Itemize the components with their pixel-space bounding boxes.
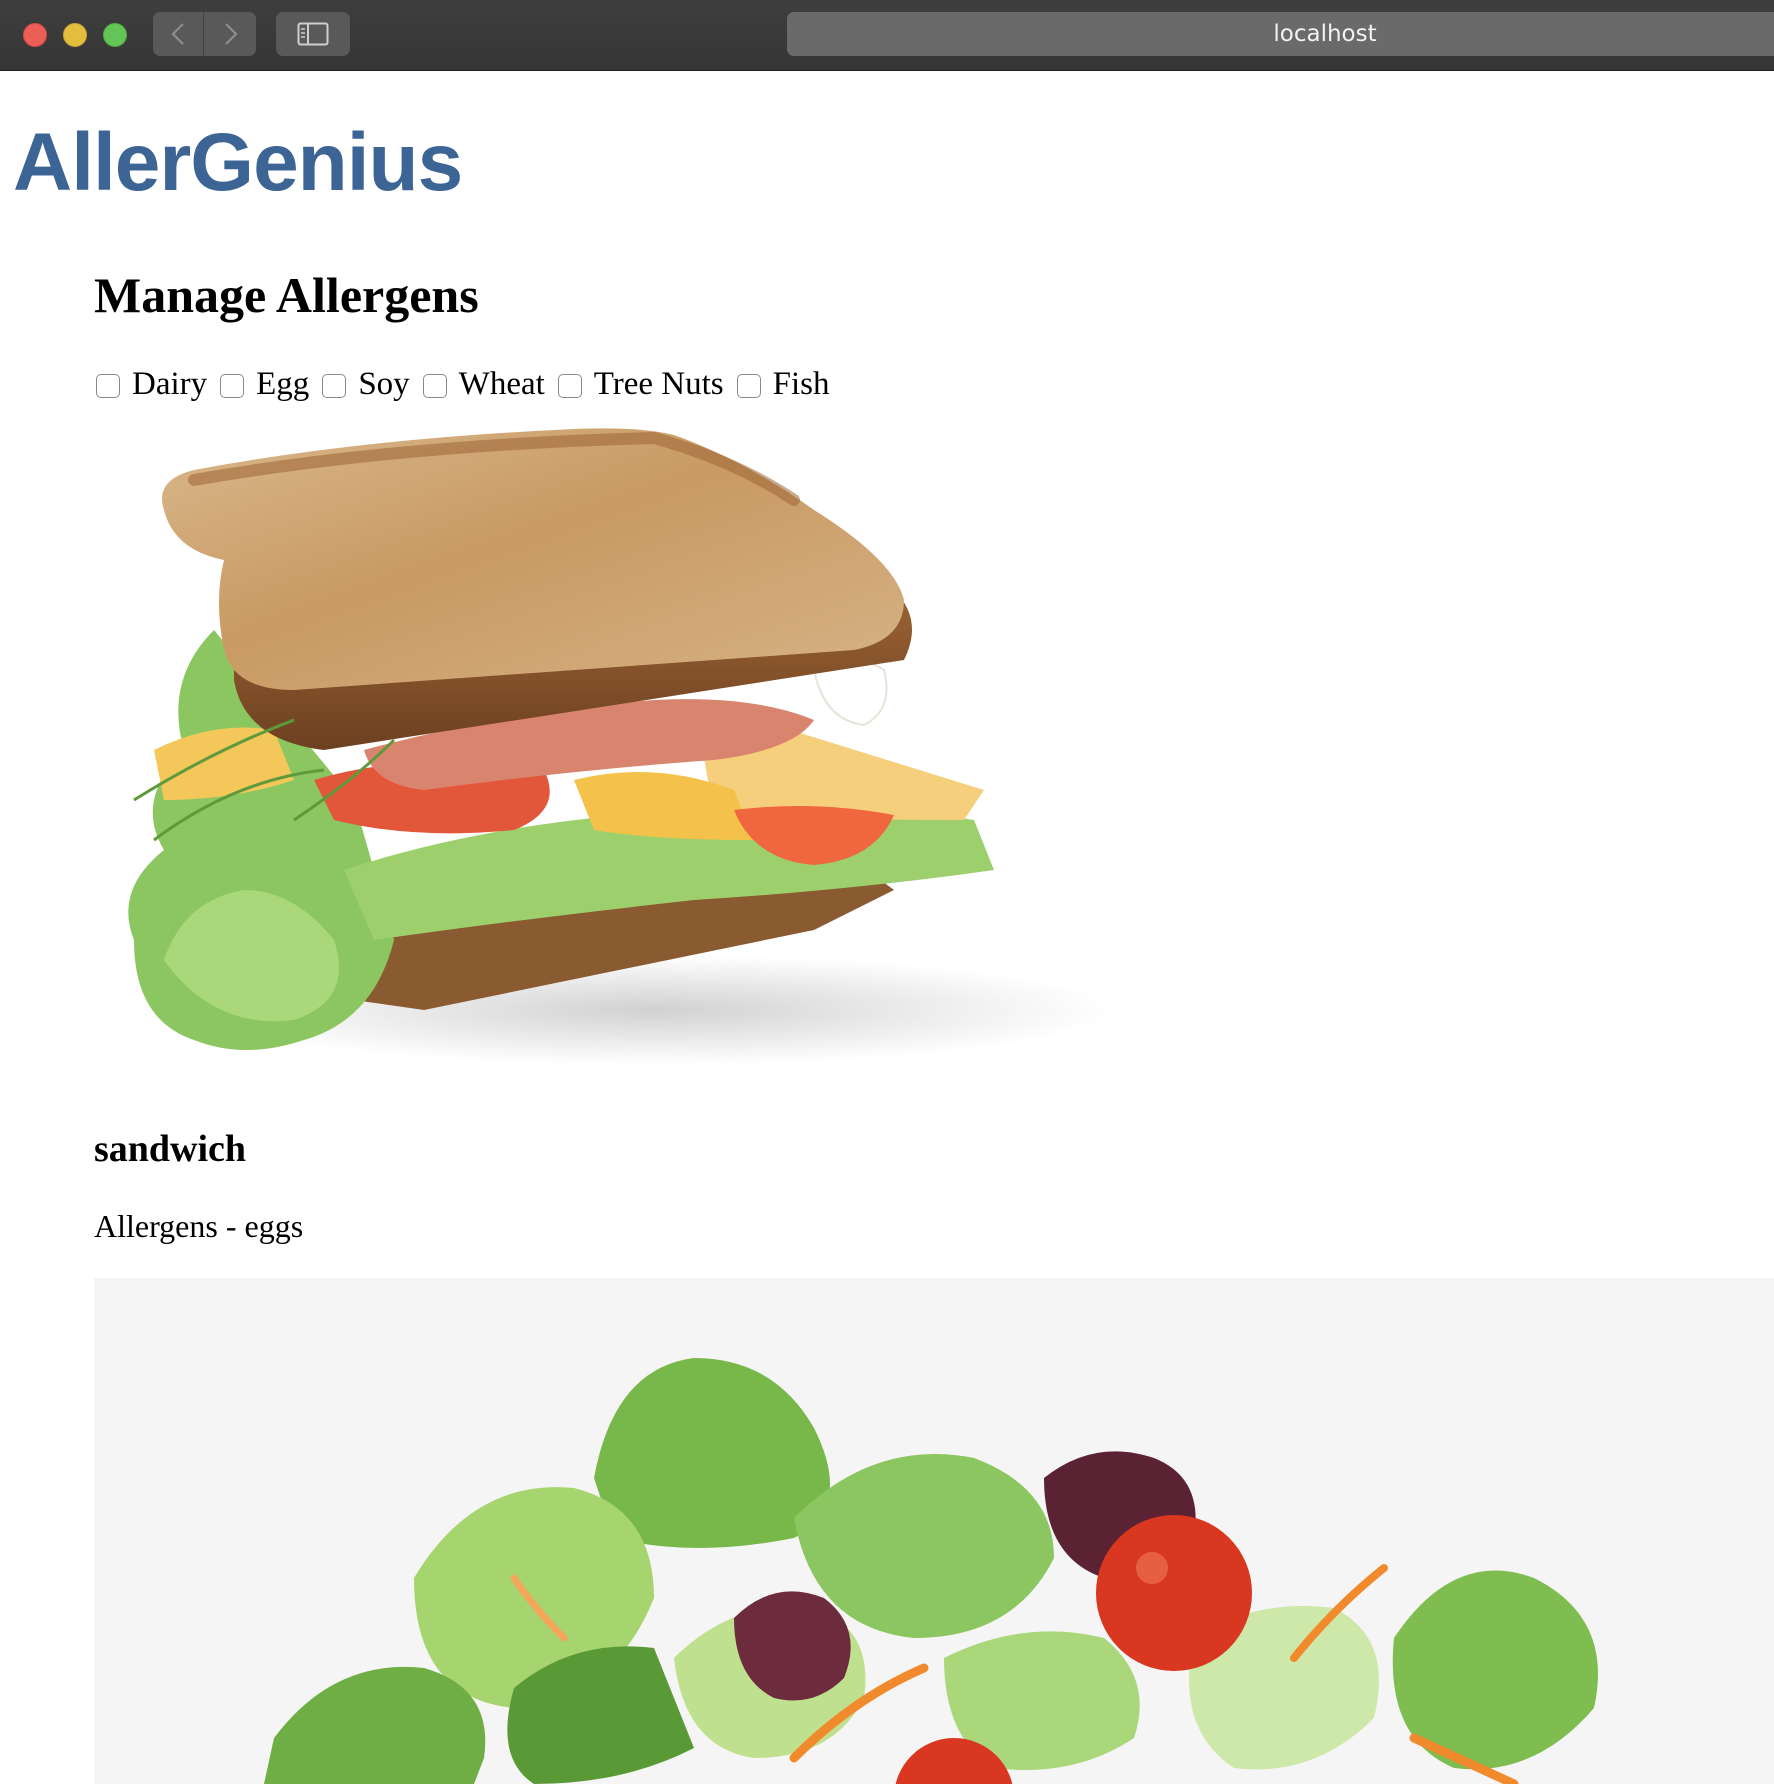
allergen-checkbox-egg[interactable] — [220, 373, 245, 398]
allergen-option-fish[interactable]: Fish — [736, 365, 830, 403]
window-close-button[interactable] — [23, 23, 47, 47]
back-button[interactable] — [153, 12, 204, 56]
sidebar-toggle-button[interactable] — [276, 12, 350, 56]
window-maximize-button[interactable] — [103, 23, 127, 47]
sandwich-photo — [94, 420, 1134, 1090]
allergen-option-soy[interactable]: Soy — [322, 365, 410, 403]
food-allergens-sandwich: Allergens - eggs — [94, 1208, 304, 1244]
allergen-checkbox-fish[interactable] — [736, 373, 761, 398]
salad-illustration — [94, 1278, 1774, 1784]
allergen-checkbox-tree-nuts[interactable] — [557, 373, 582, 398]
address-bar[interactable]: localhost — [787, 12, 1774, 56]
forward-button[interactable] — [205, 12, 256, 56]
allergen-label: Fish — [772, 365, 830, 402]
browser-titlebar: localhost — [0, 0, 1774, 71]
food-name-sandwich: sandwich — [94, 1128, 247, 1170]
allergen-option-dairy[interactable]: Dairy — [96, 366, 207, 403]
allergen-label: Wheat — [458, 365, 545, 402]
allergen-label: Soy — [358, 365, 410, 402]
allergen-label: Dairy — [132, 365, 208, 402]
navigation-buttons — [153, 12, 256, 56]
allergen-filter-list: Dairy Egg Soy Wheat Tree Nuts Fish — [96, 364, 843, 404]
allergen-label: Tree Nuts — [593, 365, 724, 402]
sidebar-icon — [297, 22, 329, 46]
allergen-checkbox-wheat[interactable] — [422, 373, 447, 398]
allergen-checkbox-soy[interactable] — [322, 373, 347, 398]
sandwich-illustration — [128, 428, 1114, 1065]
manage-allergens-heading: Manage Allergens — [94, 267, 479, 323]
allergen-option-tree-nuts[interactable]: Tree Nuts — [557, 365, 724, 403]
address-bar-url: localhost — [1273, 21, 1377, 47]
allergen-checkbox-dairy[interactable] — [96, 373, 120, 398]
allergen-label: Egg — [256, 365, 310, 402]
window-minimize-button[interactable] — [63, 23, 87, 47]
chevron-right-icon — [224, 23, 238, 45]
app-brand-title: AllerGenius — [13, 117, 463, 208]
chevron-left-icon — [171, 23, 184, 45]
allergen-option-wheat[interactable]: Wheat — [422, 365, 545, 403]
salad-photo — [94, 1278, 1774, 1784]
allergen-option-egg[interactable]: Egg — [220, 366, 309, 403]
